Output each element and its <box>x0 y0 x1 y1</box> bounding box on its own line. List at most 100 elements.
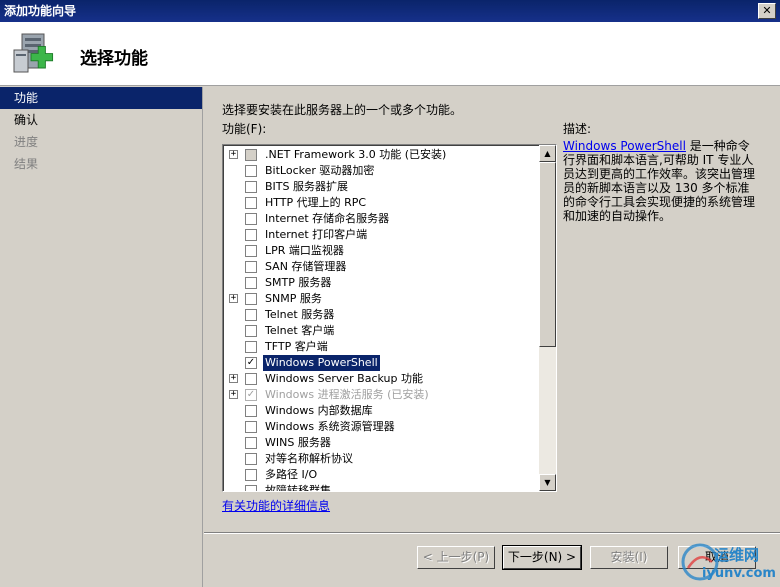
feature-label: Windows 内部数据库 <box>265 404 373 417</box>
feature-checkbox[interactable] <box>245 437 257 449</box>
feature-row[interactable]: + SNMP 服务 <box>223 291 539 307</box>
feature-row[interactable]: + .NET Framework 3.0 功能 (已安装) <box>223 147 539 163</box>
feature-label: Windows 进程激活服务 (已安装) <box>265 388 429 401</box>
feature-row[interactable]: ✓ Windows PowerShell <box>223 355 539 371</box>
close-button[interactable]: ✕ <box>758 3 776 19</box>
vertical-scrollbar[interactable]: ▲ ▼ <box>539 145 556 491</box>
feature-checkbox[interactable]: ✓ <box>245 357 257 369</box>
feature-checkbox[interactable] <box>245 341 257 353</box>
feature-label: SAN 存储管理器 <box>265 260 347 273</box>
watermark-url: iyunv.com <box>702 566 776 581</box>
feature-label: 对等名称解析协议 <box>265 452 353 465</box>
feature-checkbox[interactable] <box>245 229 257 241</box>
feature-row[interactable]: SAN 存储管理器 <box>223 259 539 275</box>
feature-row[interactable]: Internet 打印客户端 <box>223 227 539 243</box>
feature-label: Windows Server Backup 功能 <box>265 372 423 385</box>
step-confirm[interactable]: 确认 <box>0 109 202 131</box>
feature-checkbox[interactable] <box>245 405 257 417</box>
feature-row[interactable]: BITS 服务器扩展 <box>223 179 539 195</box>
feature-row[interactable]: + Windows Server Backup 功能 <box>223 371 539 387</box>
feature-checkbox[interactable] <box>245 373 257 385</box>
feature-label: BITS 服务器扩展 <box>265 180 348 193</box>
feature-checkbox[interactable] <box>245 421 257 433</box>
feature-checkbox[interactable] <box>245 293 257 305</box>
feature-row[interactable]: Windows 系统资源管理器 <box>223 419 539 435</box>
feature-row[interactable]: 对等名称解析协议 <box>223 451 539 467</box>
feature-label: Telnet 服务器 <box>265 308 335 321</box>
feature-label: Telnet 客户端 <box>265 324 335 337</box>
feature-checkbox[interactable] <box>245 181 257 193</box>
features-label: 功能(F): <box>222 122 267 136</box>
feature-checkbox: ✓ <box>245 389 257 401</box>
watermark: 运维网 iyunv.com <box>680 540 780 586</box>
step-progress: 进度 <box>14 135 39 149</box>
feature-row[interactable]: Telnet 服务器 <box>223 307 539 323</box>
description-link[interactable]: Windows PowerShell <box>563 139 686 153</box>
instruction-text: 选择要安装在此服务器上的一个或多个功能。 <box>222 103 463 117</box>
feature-label: BitLocker 驱动器加密 <box>265 164 375 177</box>
feature-checkbox[interactable] <box>245 165 257 177</box>
feature-row[interactable]: TFTP 客户端 <box>223 339 539 355</box>
server-add-icon <box>13 33 54 73</box>
feature-label: 故障转移群集 <box>265 484 331 492</box>
feature-label: Windows PowerShell <box>263 355 380 371</box>
feature-label: Internet 打印客户端 <box>265 228 368 241</box>
feature-row[interactable]: BitLocker 驱动器加密 <box>223 163 539 179</box>
feature-checkbox[interactable] <box>245 485 257 491</box>
feature-row[interactable]: SMTP 服务器 <box>223 275 539 291</box>
feature-checkbox[interactable] <box>245 245 257 257</box>
feature-label: .NET Framework 3.0 功能 (已安装) <box>265 148 447 161</box>
feature-label: HTTP 代理上的 RPC <box>265 196 367 209</box>
feature-checkbox[interactable] <box>245 149 257 161</box>
feature-row[interactable]: Internet 存储命名服务器 <box>223 211 539 227</box>
feature-row[interactable]: WINS 服务器 <box>223 435 539 451</box>
wizard-steps: 功能 确认 进度 结果 <box>0 87 203 587</box>
back-button[interactable]: < 上一步(P) <box>417 546 495 569</box>
feature-label: SNMP 服务 <box>265 292 322 305</box>
wizard-header: 选择功能 <box>0 22 780 86</box>
scroll-thumb[interactable] <box>539 162 556 347</box>
features-info-link[interactable]: 有关功能的详细信息 <box>222 497 330 514</box>
feature-label: WINS 服务器 <box>265 436 331 449</box>
feature-row[interactable]: 故障转移群集 <box>223 483 539 492</box>
feature-checkbox[interactable] <box>245 325 257 337</box>
feature-checkbox[interactable] <box>245 453 257 465</box>
scroll-up-button[interactable]: ▲ <box>539 145 556 162</box>
feature-row[interactable]: LPR 端口监视器 <box>223 243 539 259</box>
expand-icon[interactable]: + <box>229 390 238 399</box>
feature-checkbox[interactable] <box>245 261 257 273</box>
step-results: 结果 <box>14 157 39 171</box>
next-button[interactable]: 下一步(N) > <box>502 545 582 570</box>
page-title: 选择功能 <box>80 49 148 69</box>
feature-label: Windows 系统资源管理器 <box>265 420 395 433</box>
feature-row[interactable]: HTTP 代理上的 RPC <box>223 195 539 211</box>
feature-checkbox[interactable] <box>245 197 257 209</box>
feature-row[interactable]: Telnet 客户端 <box>223 323 539 339</box>
feature-checkbox[interactable] <box>245 213 257 225</box>
features-tree[interactable]: + .NET Framework 3.0 功能 (已安装) BitLocker 驱动… <box>222 144 557 492</box>
scroll-down-button[interactable]: ▼ <box>539 474 556 491</box>
feature-label: SMTP 服务器 <box>265 276 332 289</box>
expand-icon[interactable]: + <box>229 294 238 303</box>
step-features[interactable]: 功能 <box>0 87 202 109</box>
expand-icon[interactable]: + <box>229 150 238 159</box>
expand-icon[interactable]: + <box>229 374 238 383</box>
feature-checkbox[interactable] <box>245 469 257 481</box>
wizard-content: 选择要安装在此服务器上的一个或多个功能。 功能(F): + .NET Framew… <box>204 87 780 532</box>
footer-divider <box>204 532 780 534</box>
feature-label: 多路径 I/O <box>265 468 318 481</box>
description-label: 描述: <box>563 122 592 136</box>
features-list: + .NET Framework 3.0 功能 (已安装) BitLocker 驱动… <box>223 147 539 492</box>
feature-row[interactable]: + ✓ Windows 进程激活服务 (已安装) <box>223 387 539 403</box>
install-button[interactable]: 安装(I) <box>590 546 668 569</box>
feature-row[interactable]: Windows 内部数据库 <box>223 403 539 419</box>
feature-label: LPR 端口监视器 <box>265 244 344 257</box>
window-titlebar: 添加功能向导 ✕ <box>0 0 780 22</box>
feature-label: Internet 存储命名服务器 <box>265 212 390 225</box>
window-title: 添加功能向导 <box>4 4 77 18</box>
feature-checkbox[interactable] <box>245 277 257 289</box>
feature-label: TFTP 客户端 <box>265 340 328 353</box>
description-text: Windows PowerShell 是一种命令行界面和脚本语言,可帮助 IT … <box>563 139 761 223</box>
feature-row[interactable]: 多路径 I/O <box>223 467 539 483</box>
feature-checkbox[interactable] <box>245 309 257 321</box>
